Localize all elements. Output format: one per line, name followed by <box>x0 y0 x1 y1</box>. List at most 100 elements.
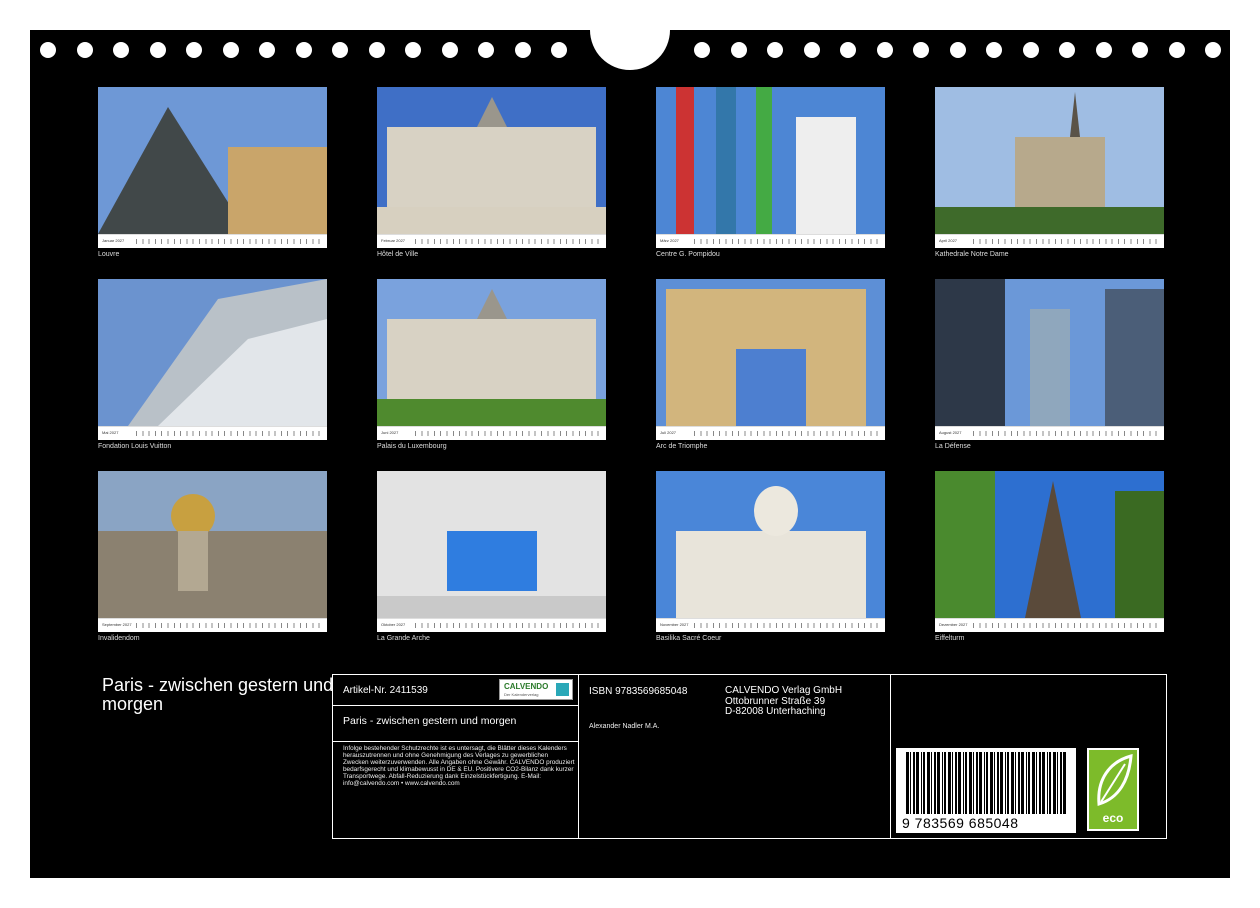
dome-icon <box>98 471 327 618</box>
barcode-bar <box>1053 752 1056 814</box>
calendar-subtitle: Paris - zwischen gestern und morgen <box>343 715 517 727</box>
barcode-bar <box>923 752 925 814</box>
month-strip: Mai 2027 <box>98 426 327 440</box>
barcode-bar <box>1018 752 1020 814</box>
binding-hole <box>913 42 929 58</box>
info-box: Artikel-Nr. 2411539 CALVENDO Der Kalende… <box>332 674 1167 839</box>
month-strip: April 2027 <box>935 234 1164 248</box>
arch-icon <box>656 279 885 426</box>
month-strip: Juli 2027 <box>656 426 885 440</box>
binding-hole <box>514 42 531 58</box>
glass-sails-icon <box>98 279 327 426</box>
month-tile: Dezember 2027 Eiffelturm <box>935 471 1164 642</box>
barcode-bar <box>1000 752 1003 814</box>
barcode-bar <box>1047 752 1048 814</box>
barcode-bar <box>1028 752 1030 814</box>
binding-hole <box>186 42 202 58</box>
isbn: ISBN 9783569685048 <box>589 686 688 697</box>
barcode-bar <box>952 752 953 814</box>
barcode-bar <box>921 752 922 814</box>
month-label: Oktober 2027 <box>381 622 406 627</box>
month-label: Mai 2027 <box>102 430 119 435</box>
barcode-bar <box>973 752 974 814</box>
binding-hole <box>368 42 385 58</box>
day-ticks <box>973 239 1158 244</box>
palace-icon <box>377 279 606 426</box>
barcode-bar <box>984 752 985 814</box>
barcode-bar <box>986 752 988 814</box>
author: Alexander Nadler M.A. <box>589 723 660 730</box>
day-ticks <box>694 431 879 436</box>
binding-hole <box>295 42 312 58</box>
binding-hole <box>1168 42 1185 58</box>
binding-hole <box>1059 42 1075 58</box>
binding-hole <box>551 42 567 58</box>
barcode-bar <box>944 752 946 814</box>
photo-caption: Invalidendom <box>98 635 140 642</box>
barcode-bar <box>913 752 915 814</box>
month-strip: März 2027 <box>656 234 885 248</box>
barcode-bar <box>1032 752 1035 814</box>
barcode-bar <box>965 752 967 814</box>
barcode-bar <box>942 752 943 814</box>
barcode-bars <box>906 752 1066 814</box>
barcode-bar <box>1060 752 1062 814</box>
day-ticks <box>415 431 600 436</box>
binding-hole <box>694 42 710 58</box>
divider <box>333 705 579 706</box>
divider <box>333 741 579 742</box>
barcode-bar <box>969 752 972 814</box>
barcode-bar <box>1021 752 1024 814</box>
legal-notice: Infolge bestehender Schutzrechte ist es … <box>343 745 575 787</box>
photo-caption: Palais du Luxembourg <box>377 443 447 450</box>
month-strip: Januar 2027 <box>98 234 327 248</box>
barcode-bar <box>1049 752 1051 814</box>
binding-hole <box>222 42 239 58</box>
towers-icon <box>935 279 1164 426</box>
barcode-bar <box>994 752 995 814</box>
publisher-city: D-82008 Unterhaching <box>725 706 826 717</box>
month-label: September 2027 <box>102 622 132 627</box>
day-ticks <box>136 431 321 436</box>
binding-hole <box>405 42 421 58</box>
barcode-bar <box>955 752 957 814</box>
barcode: 9 783569 685048 <box>896 748 1076 833</box>
month-label: Juni 2027 <box>381 430 399 435</box>
barcode-bar <box>927 752 930 814</box>
photo-caption: Centre G. Pompidou <box>656 251 720 258</box>
day-ticks <box>694 239 879 244</box>
barcode-bar <box>1039 752 1041 814</box>
photo-caption: La Grande Arche <box>377 635 430 642</box>
eco-badge: eco <box>1087 748 1139 831</box>
barcode-bar <box>1026 752 1027 814</box>
binding-hole <box>113 42 129 58</box>
binding-hole <box>767 42 783 58</box>
month-strip: November 2027 <box>656 618 885 632</box>
month-label: März 2027 <box>660 238 679 243</box>
info-column-article: Artikel-Nr. 2411539 CALVENDO Der Kalende… <box>333 675 579 838</box>
barcode-bar <box>937 752 940 814</box>
logo-subtext: Der Kalenderverlag <box>504 692 539 697</box>
binding-hole <box>478 42 494 58</box>
binding-hole <box>986 42 1002 58</box>
month-label: April 2027 <box>939 238 958 243</box>
month-tile: Mai 2027 Fondation Louis Vuitton <box>98 279 327 450</box>
month-strip: Juni 2027 <box>377 426 606 440</box>
month-strip: Dezember 2027 <box>935 618 1164 632</box>
barcode-bar <box>1005 752 1006 814</box>
binding-hole <box>876 42 893 58</box>
binding-hole <box>1095 42 1112 58</box>
binding-hole <box>76 42 93 58</box>
eiffel-tower-icon <box>935 471 1164 618</box>
binding-hole <box>149 42 166 58</box>
day-ticks <box>694 623 879 628</box>
barcode-bar <box>1063 752 1066 814</box>
barcode-number: 9 783569 685048 <box>902 815 1019 831</box>
month-tile: Februar 2027 Hôtel de Ville <box>377 87 606 258</box>
barcode-bar <box>963 752 964 814</box>
month-tile: April 2027 Kathedrale Notre Dame <box>935 87 1164 258</box>
barcode-bar <box>916 752 919 814</box>
info-column-barcode: 9 783569 685048 eco <box>891 675 1166 838</box>
month-strip: August 2027 <box>935 426 1164 440</box>
photo-caption: Fondation Louis Vuitton <box>98 443 172 450</box>
